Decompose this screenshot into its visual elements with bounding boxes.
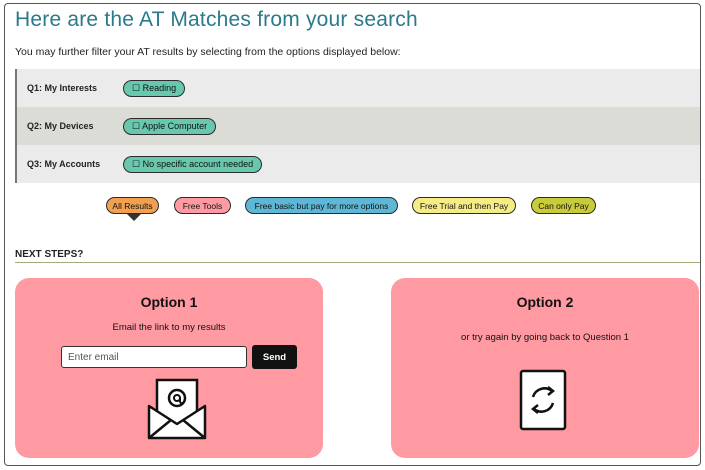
option-2-card: Option 2 or try again by going back to Q… bbox=[391, 278, 699, 458]
page-subtitle: You may further filter your AT results b… bbox=[15, 46, 401, 58]
next-steps-heading: NEXT STEPS? bbox=[15, 249, 84, 260]
filter-free-tools[interactable]: Free Tools bbox=[174, 197, 231, 214]
option-1-card: Option 1 Email the link to my results Se… bbox=[15, 278, 323, 458]
answer-tag-no-account[interactable]: ☐ No specific account needed bbox=[123, 155, 263, 173]
filter-free-trial[interactable]: Free Trial and then Pay bbox=[412, 197, 516, 214]
divider bbox=[15, 262, 700, 263]
email-field[interactable] bbox=[61, 346, 247, 368]
option-1-text: Email the link to my results bbox=[112, 322, 226, 333]
question-label: Q3: My Accounts bbox=[27, 159, 101, 169]
question-summary: Q1: My Interests ☐ Reading Q2: My Device… bbox=[15, 69, 700, 183]
filter-all-results[interactable]: All Results bbox=[106, 197, 159, 214]
question-row-accounts: Q3: My Accounts ☐ No specific account ne… bbox=[15, 145, 700, 183]
results-panel: Here are the AT Matches from your search… bbox=[4, 3, 701, 466]
question-label: Q1: My Interests bbox=[27, 83, 98, 93]
send-button[interactable]: Send bbox=[252, 345, 297, 369]
answer-tag-reading[interactable]: ☐ Reading bbox=[123, 79, 186, 97]
answer-tag-apple-computer[interactable]: ☐ Apple Computer bbox=[123, 117, 217, 135]
question-row-interests: Q1: My Interests ☐ Reading bbox=[15, 69, 700, 107]
filter-free-basic[interactable]: Free basic but pay for more options bbox=[245, 197, 398, 214]
question-row-devices: Q2: My Devices ☐ Apple Computer bbox=[15, 107, 700, 145]
selected-filter-indicator bbox=[127, 214, 141, 221]
refresh-icon[interactable] bbox=[519, 369, 567, 436]
option-2-text: or try again by going back to Question 1 bbox=[461, 332, 629, 343]
option-2-title: Option 2 bbox=[516, 294, 574, 310]
question-label: Q2: My Devices bbox=[27, 121, 94, 131]
envelope-at-icon[interactable] bbox=[147, 378, 209, 445]
filter-can-only-pay[interactable]: Can only Pay bbox=[531, 197, 596, 214]
option-1-title: Option 1 bbox=[140, 294, 198, 310]
page-title: Here are the AT Matches from your search bbox=[15, 8, 418, 31]
